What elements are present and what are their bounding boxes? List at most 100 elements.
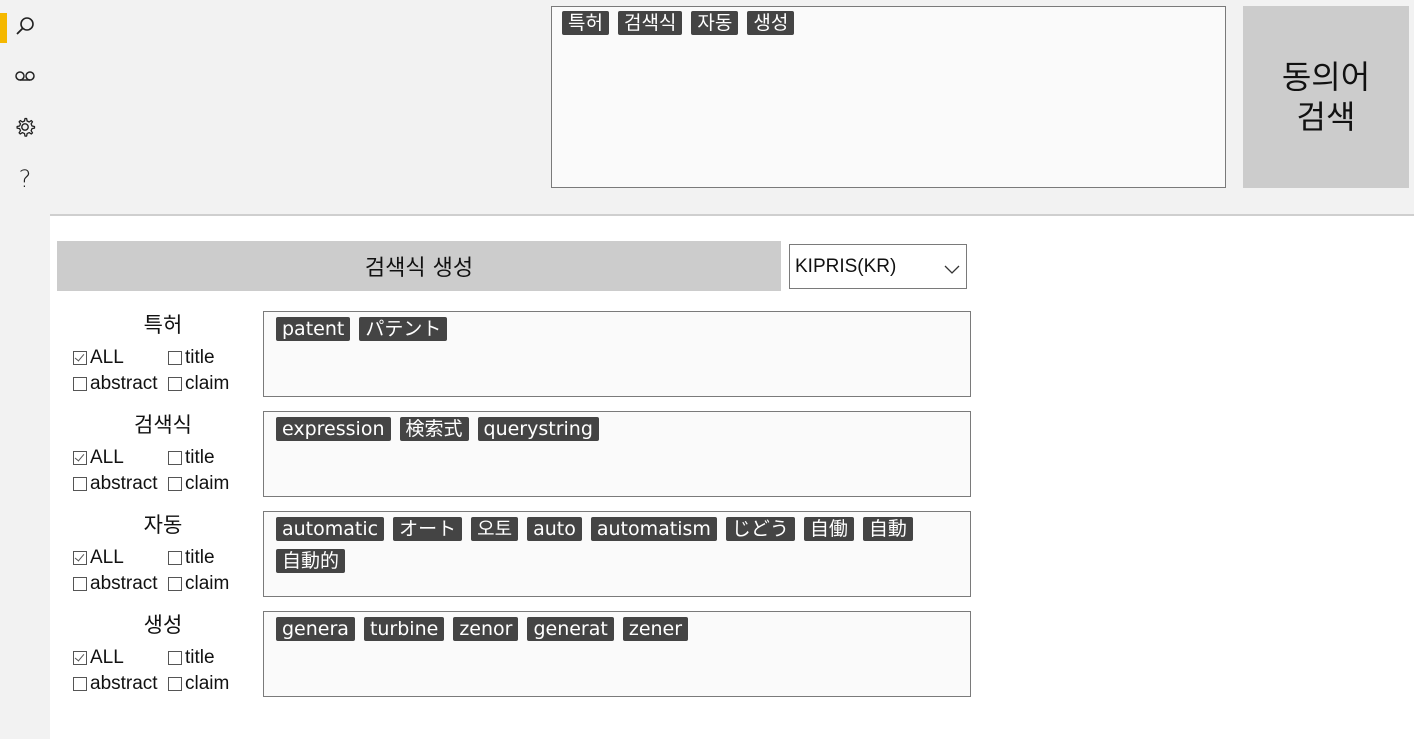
title-checkbox[interactable]: title [168, 447, 215, 469]
keyword-chip-list: 특허 검색식 자동 생성 [552, 7, 1225, 39]
synonym-search-button[interactable]: 동의어 검색 [1243, 6, 1409, 188]
all-checkbox[interactable]: ALL [73, 447, 124, 469]
claim-checkbox-label: claim [185, 673, 230, 694]
claim-checkbox[interactable]: claim [168, 573, 229, 595]
synonym-chip[interactable]: querystring [477, 417, 599, 441]
synonym-search-label-line2: 검색 [1296, 98, 1356, 136]
checkbox-icon [73, 351, 87, 365]
synonym-chip[interactable]: turbine [363, 617, 445, 641]
all-checkbox[interactable]: ALL [73, 547, 124, 569]
synonym-chip[interactable]: zenor [453, 617, 519, 641]
term-title: 생성 [143, 613, 183, 637]
nav-item-voicemail[interactable] [0, 53, 50, 103]
abstract-checkbox[interactable]: abstract [73, 573, 158, 595]
synonym-box[interactable]: automatic オート 오토 auto automatism じどう 自働 自動自動的 [263, 511, 971, 597]
checkbox-icon [73, 577, 87, 591]
synonym-chip[interactable]: automatic [276, 517, 385, 541]
term-row: 검색식 ALL title abstract claim expression 検索式 que… [60, 411, 972, 501]
checkbox-icon [73, 477, 87, 491]
synonym-chip[interactable]: 検索式 [399, 417, 469, 441]
nav-item-settings[interactable] [0, 104, 50, 154]
checkbox-icon [168, 651, 182, 665]
title-checkbox-label: title [185, 547, 215, 568]
checkbox-icon [168, 377, 182, 391]
database-select-value: KIPRIS(KR) [795, 255, 897, 277]
abstract-checkbox[interactable]: abstract [73, 373, 158, 395]
checkbox-icon [168, 351, 182, 365]
synonym-chip[interactable]: patent [276, 317, 351, 341]
keyword-chip[interactable]: 특허 [562, 11, 609, 35]
claim-checkbox-label: claim [185, 573, 230, 594]
synonym-chip[interactable]: automatism [590, 517, 717, 541]
abstract-checkbox-label: abstract [90, 673, 158, 694]
claim-checkbox[interactable]: claim [168, 473, 229, 495]
title-checkbox-label: title [185, 447, 215, 468]
checkbox-icon [168, 577, 182, 591]
synonym-search-label-line1: 동의어 [1281, 58, 1371, 96]
keyword-chip[interactable]: 생성 [747, 11, 795, 35]
checkbox-icon [73, 451, 87, 465]
keyword-chip[interactable]: 자동 [691, 11, 739, 35]
synonym-chip-list: genera turbine zenor generat zener [264, 612, 970, 646]
synonym-chip[interactable]: 오토 [471, 517, 519, 541]
synonym-chip[interactable]: じどう [725, 517, 795, 541]
abstract-checkbox[interactable]: abstract [73, 473, 158, 495]
synonym-chip[interactable]: 自動 [862, 517, 913, 541]
all-checkbox[interactable]: ALL [73, 647, 124, 669]
claim-checkbox[interactable]: claim [168, 673, 229, 695]
voicemail-icon [14, 69, 36, 88]
checkbox-icon [73, 677, 87, 691]
title-checkbox-label: title [185, 347, 215, 368]
synonym-chip[interactable]: パテント [359, 317, 448, 341]
synonym-chip-list: automatic オート 오토 auto automatism じどう 自働 自動自動的 [264, 512, 970, 578]
all-checkbox[interactable]: ALL [73, 347, 124, 369]
claim-checkbox-label: claim [185, 373, 230, 394]
synonym-chip[interactable]: generat [527, 617, 614, 641]
claim-checkbox[interactable]: claim [168, 373, 229, 395]
checkbox-icon [73, 651, 87, 665]
all-checkbox-label: ALL [90, 447, 124, 468]
checkbox-icon [73, 377, 87, 391]
checkbox-icon [73, 551, 87, 565]
synonym-chip[interactable]: zener [622, 617, 689, 641]
abstract-checkbox-label: abstract [90, 573, 158, 594]
term-row: 자동 ALL title abstract claim automatic オート 오토 aut… [60, 511, 972, 601]
all-checkbox-label: ALL [90, 547, 124, 568]
title-checkbox[interactable]: title [168, 347, 215, 369]
abstract-checkbox-label: abstract [90, 473, 158, 494]
synonym-chip[interactable]: expression [276, 417, 391, 441]
abstract-checkbox[interactable]: abstract [73, 673, 158, 695]
synonym-box[interactable]: expression 検索式 querystring [263, 411, 971, 497]
synonym-chip[interactable]: genera [276, 617, 355, 641]
checkbox-icon [168, 677, 182, 691]
synonym-box[interactable]: genera turbine zenor generat zener [263, 611, 971, 697]
keyword-chip[interactable]: 검색식 [617, 11, 683, 35]
nav-rail: ? [0, 0, 50, 739]
checkbox-icon [168, 551, 182, 565]
synonym-chip[interactable]: オート [393, 517, 463, 541]
title-checkbox-label: title [185, 647, 215, 668]
chevron-down-icon [944, 259, 960, 281]
database-select[interactable]: KIPRIS(KR) [789, 244, 967, 289]
synonym-chip[interactable]: auto [527, 517, 582, 541]
claim-checkbox-label: claim [185, 473, 230, 494]
nav-item-search[interactable] [0, 3, 50, 53]
term-row: 생성 ALL title abstract claim genera turbine zeno… [60, 611, 972, 701]
nav-item-help[interactable]: ? [0, 154, 50, 204]
synonym-chip-list: patent パテント [264, 312, 970, 346]
keyword-input-box[interactable]: 특허 검색식 자동 생성 [551, 6, 1226, 188]
help-icon: ? [18, 165, 32, 193]
checkbox-icon [168, 477, 182, 491]
synonym-box[interactable]: patent パテント [263, 311, 971, 397]
title-checkbox[interactable]: title [168, 547, 215, 569]
generate-query-button[interactable]: 검색식 생성 [57, 241, 781, 291]
search-icon [14, 15, 36, 42]
abstract-checkbox-label: abstract [90, 373, 158, 394]
synonym-chip-list: expression 検索式 querystring [264, 412, 970, 446]
all-checkbox-label: ALL [90, 647, 124, 668]
term-row: 특허 ALL title abstract claim patent パテント [60, 311, 972, 401]
synonym-chip[interactable]: 自動的 [276, 549, 346, 573]
title-checkbox[interactable]: title [168, 647, 215, 669]
all-checkbox-label: ALL [90, 347, 124, 368]
synonym-chip[interactable]: 自働 [803, 517, 854, 541]
